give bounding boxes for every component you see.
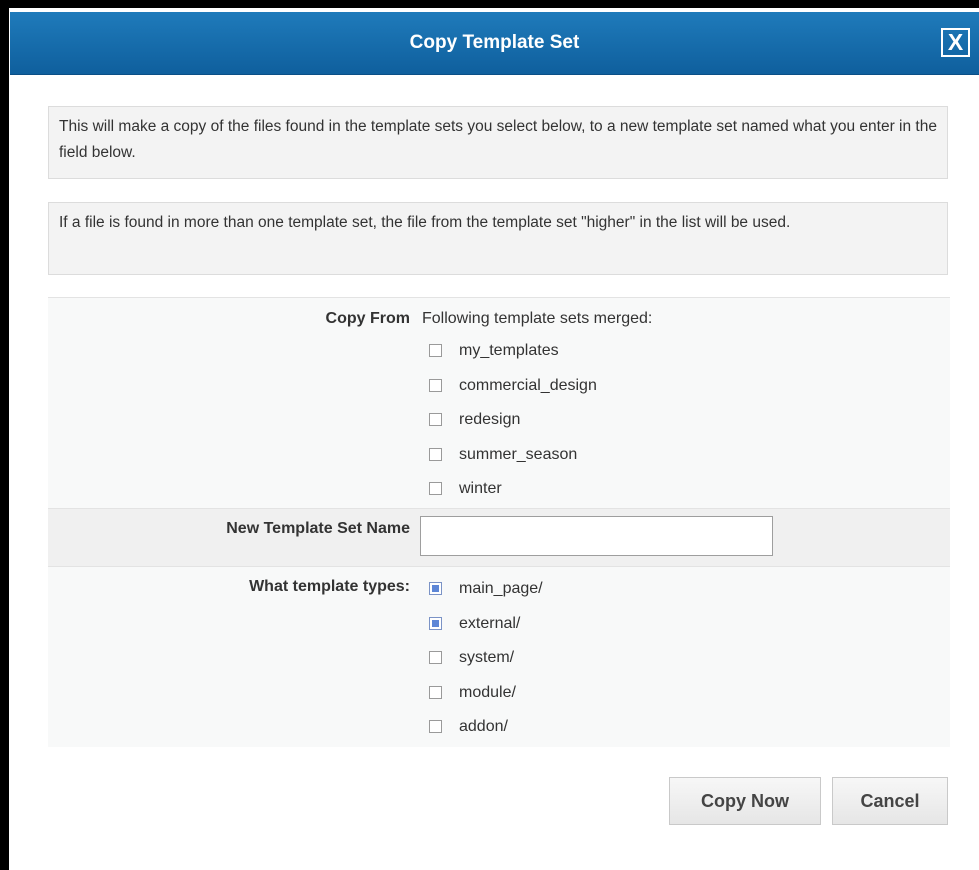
copy-now-button[interactable]: Copy Now xyxy=(669,777,821,825)
copy-from-option[interactable]: summer_season xyxy=(429,445,597,480)
copy-from-option[interactable]: my_templates xyxy=(429,341,597,376)
template-type-checkbox[interactable] xyxy=(429,685,442,699)
copy-from-checkbox[interactable] xyxy=(429,378,442,392)
info-notice-copy: This will make a copy of the files found… xyxy=(48,106,948,179)
copy-from-option[interactable]: redesign xyxy=(429,410,597,445)
copy-from-option-label: summer_season xyxy=(459,445,578,463)
new-name-label: New Template Set Name xyxy=(226,520,410,537)
copy-from-option[interactable]: commercial_design xyxy=(429,376,597,411)
dialog-title: Copy Template Set xyxy=(409,32,580,53)
screen: Copy Template Set X This will make a cop… xyxy=(0,0,979,870)
template-type-option-label: external/ xyxy=(459,614,521,632)
merge-note: Following template sets merged: xyxy=(422,310,653,327)
cancel-button[interactable]: Cancel xyxy=(832,777,948,825)
copy-from-option-label: my_templates xyxy=(459,342,559,359)
template-type-checkbox[interactable] xyxy=(429,616,442,630)
copy-from-option-label: commercial_design xyxy=(459,376,597,394)
copy-from-checkbox[interactable] xyxy=(429,482,442,495)
info-notice-precedence: If a file is found in more than one temp… xyxy=(48,202,948,275)
template-types-list: main_page/external/system/module/addon/ xyxy=(429,579,543,752)
close-icon: X xyxy=(947,29,964,55)
template-types-label: What template types: xyxy=(249,578,410,595)
copy-from-checkbox[interactable] xyxy=(429,413,442,426)
template-type-option[interactable]: module/ xyxy=(429,683,543,718)
copy-from-checkbox[interactable] xyxy=(429,447,442,461)
copy-from-option-label: winter xyxy=(459,480,502,497)
copy-from-list: my_templates commercial_design redesign sum… xyxy=(429,341,597,514)
template-type-option-label: system/ xyxy=(459,649,515,666)
template-type-option-label: addon/ xyxy=(459,718,508,735)
window-border-top xyxy=(0,0,979,8)
copy-from-checkbox[interactable] xyxy=(429,344,442,357)
template-types-row: What template types: main_page/external/… xyxy=(48,567,950,747)
template-type-checkbox[interactable] xyxy=(429,582,442,595)
template-type-option-label: main_page/ xyxy=(459,580,543,597)
template-type-checkbox[interactable] xyxy=(429,651,442,664)
close-button[interactable]: X xyxy=(941,28,970,57)
template-type-option[interactable]: system/ xyxy=(429,648,543,683)
dialog-titlebar: Copy Template Set X xyxy=(10,12,979,75)
copy-from-label: Copy From xyxy=(325,310,410,327)
new-name-row: New Template Set Name xyxy=(48,508,950,567)
template-type-option[interactable]: external/ xyxy=(429,614,543,649)
template-type-option[interactable]: main_page/ xyxy=(429,579,543,614)
template-type-option-label: module/ xyxy=(459,683,516,701)
copy-from-row: Copy From Following template sets merged… xyxy=(48,297,950,508)
copy-from-option-label: redesign xyxy=(459,411,521,428)
template-type-option[interactable]: addon/ xyxy=(429,717,543,752)
new-template-set-name-input[interactable] xyxy=(420,516,773,556)
template-type-checkbox[interactable] xyxy=(429,720,442,733)
window-border-left xyxy=(0,0,9,870)
